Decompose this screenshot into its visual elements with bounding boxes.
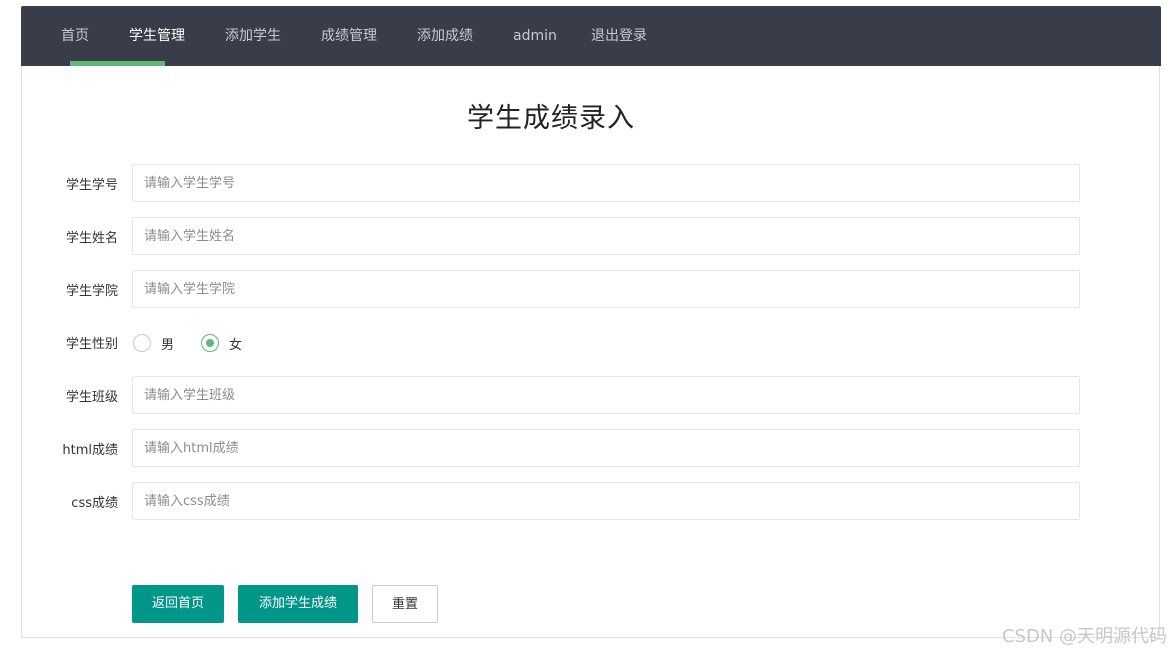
student-id-label: 学生学号 (65, 178, 118, 193)
nav-item-student-management[interactable]: 学生管理 (129, 6, 185, 66)
html-score-input[interactable] (132, 429, 1080, 467)
student-college-input[interactable] (132, 270, 1080, 308)
watermark: CSDN @天明源代码 (1001, 626, 1167, 647)
gender-option-label: 男 (161, 337, 175, 353)
html-score-label: html成绩 (62, 443, 118, 458)
top-nav: 首页 学生管理 添加学生 成绩管理 添加成绩 admin 退出登录 (21, 6, 1161, 66)
nav-item-home[interactable]: 首页 (61, 6, 89, 66)
nav-item-add-student[interactable]: 添加学生 (225, 6, 281, 66)
css-score-input[interactable] (132, 482, 1080, 520)
back-home-button[interactable]: 返回首页 (132, 585, 224, 623)
radio-unchecked-icon (133, 334, 151, 352)
nav-active-indicator (70, 61, 165, 66)
student-id-input[interactable] (132, 164, 1080, 202)
reset-button[interactable]: 重置 (372, 585, 438, 623)
gender-option-label: 女 (229, 337, 243, 353)
gender-label: 学生性别 (65, 337, 118, 352)
nav-item-logout[interactable]: 退出登录 (591, 6, 647, 66)
nav-item-score-management[interactable]: 成绩管理 (321, 6, 377, 66)
student-class-label: 学生班级 (65, 390, 118, 405)
gender-radio-female[interactable]: 女 (201, 332, 242, 354)
student-name-label: 学生姓名 (65, 231, 118, 246)
student-class-input[interactable] (132, 376, 1080, 414)
css-score-label: css成绩 (71, 496, 118, 511)
nav-item-add-score[interactable]: 添加成绩 (417, 6, 473, 66)
radio-checked-icon (201, 334, 219, 352)
student-name-input[interactable] (132, 217, 1080, 255)
add-score-button[interactable]: 添加学生成绩 (238, 585, 358, 623)
nav-item-admin[interactable]: admin (513, 6, 557, 66)
student-college-label: 学生学院 (65, 284, 118, 299)
page-title: 学生成绩录入 (467, 103, 635, 134)
gender-radio-male[interactable]: 男 (133, 332, 174, 354)
